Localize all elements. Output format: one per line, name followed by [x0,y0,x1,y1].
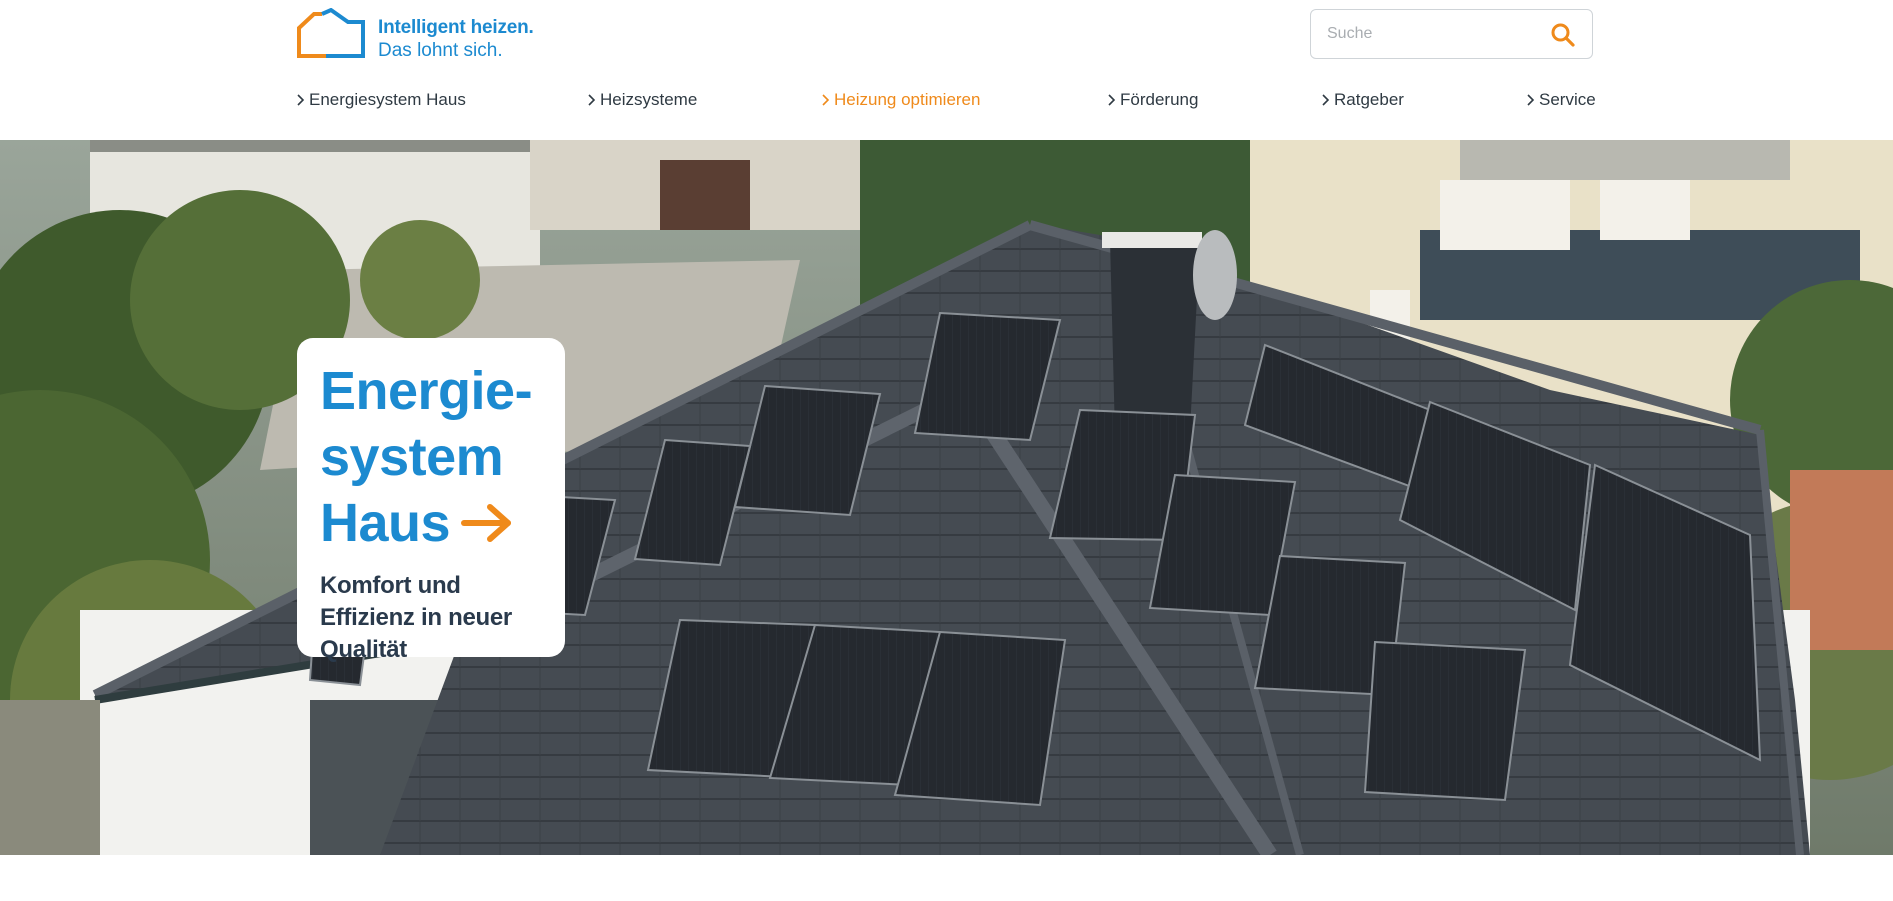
hero-title-line: Energie- [320,361,533,421]
hero-title-line: system [320,427,504,487]
nav-item-heizsysteme[interactable]: Heizsysteme [587,90,697,110]
main-navigation: Energiesystem Haus Heizsysteme Heizung o… [296,90,1596,118]
nav-item-foerderung[interactable]: Förderung [1107,90,1198,110]
nav-item-energiesystem-haus[interactable]: Energiesystem Haus [296,90,466,110]
chevron-right-icon [297,94,305,106]
hero-banner: Energie- system Haus Komfort und Effizie… [0,140,1893,855]
nav-item-label: Ratgeber [1334,90,1404,109]
hero-title-line: Haus [320,493,451,553]
nav-item-label: Energiesystem Haus [309,90,466,109]
nav-item-label: Förderung [1120,90,1199,109]
site-logo[interactable]: Intelligent heizen. Das lohnt sich. [296,8,534,62]
chevron-right-icon [588,94,596,106]
chevron-right-icon [1108,94,1116,106]
logo-tagline-bold: Intelligent heizen. [378,17,534,38]
nav-item-heizung-optimieren[interactable]: Heizung optimieren [821,90,980,110]
nav-item-label: Service [1539,90,1596,109]
hero-teaser-card[interactable]: Energie- system Haus Komfort und Effizie… [297,338,565,663]
hero-subtitle: Komfort und Effizienz in neuer Qualität [320,572,512,663]
chevron-right-icon [822,94,830,106]
search-input[interactable] [1325,22,1535,46]
arrow-right-icon [461,504,512,542]
hero-title: Energie- system Haus [320,358,543,556]
chevron-right-icon [1527,94,1535,106]
nav-item-label: Heizsysteme [600,90,698,109]
search-icon[interactable] [1550,22,1576,48]
nav-item-label: Heizung optimieren [834,90,981,109]
site-header: Intelligent heizen. Das lohnt sich. Ener… [0,0,1893,140]
chevron-right-icon [1322,94,1330,106]
nav-item-service[interactable]: Service [1526,90,1596,110]
logo-tagline: Das lohnt sich. [378,40,503,61]
hero-image-house-solar-roof [0,140,1893,855]
nav-item-ratgeber[interactable]: Ratgeber [1321,90,1404,110]
search-box [1310,9,1593,59]
logo-text: Intelligent heizen. Das lohnt sich. [378,16,534,62]
house-logo-icon [297,8,365,58]
